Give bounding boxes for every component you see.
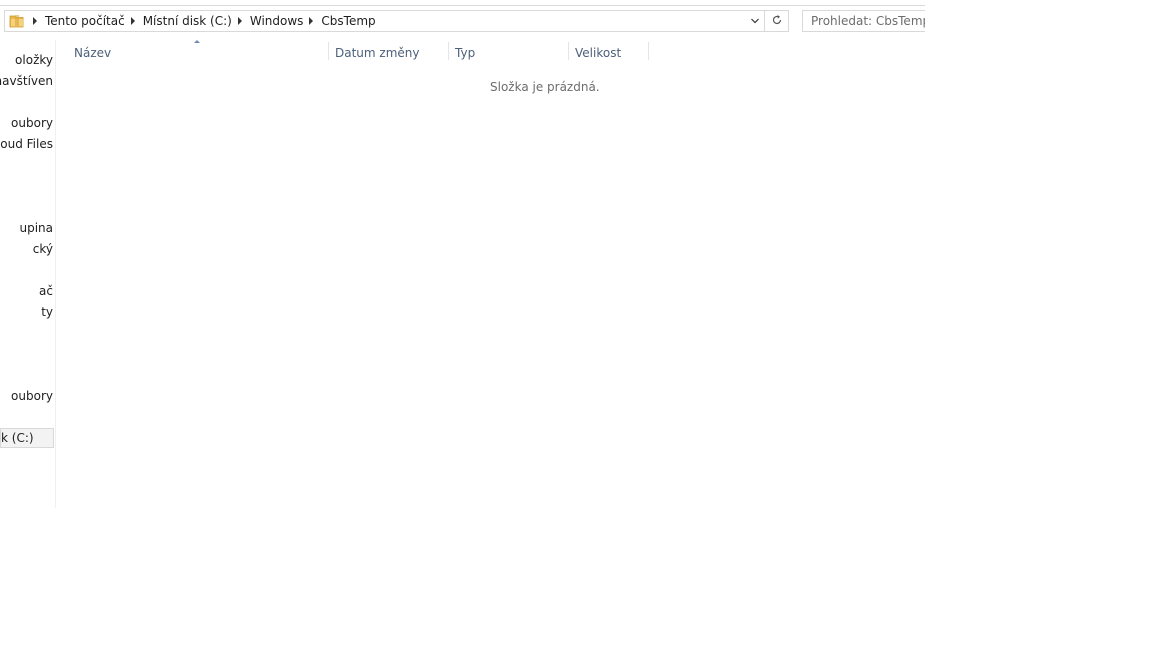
address-bar[interactable]: Tento počítač Místní disk (C:) Windows C… — [4, 10, 765, 32]
nav-item-folders[interactable]: oložky — [15, 50, 53, 70]
breadcrumb-item-this-pc[interactable]: Tento počítač — [45, 11, 125, 31]
breadcrumb-item-windows[interactable]: Windows — [250, 11, 304, 31]
breadcrumb-item-cbstemp[interactable]: CbsTemp — [321, 11, 375, 31]
title-bar-edge — [0, 0, 925, 6]
column-divider[interactable] — [648, 42, 649, 60]
nav-item-local-disk[interactable]: k (C:) — [0, 428, 54, 448]
chevron-right-icon[interactable] — [130, 17, 135, 25]
nav-item-item[interactable]: cký — [33, 239, 53, 259]
nav-item-computer[interactable]: ač — [39, 281, 53, 301]
nav-item-cloud-files[interactable]: Cloud Files — [0, 134, 53, 154]
explorer-window: Tento počítač Místní disk (C:) Windows C… — [0, 0, 925, 508]
nav-item-other[interactable]: ty — [41, 302, 53, 322]
empty-folder-message: Složka je prázdná. — [490, 80, 600, 94]
refresh-button[interactable] — [765, 10, 789, 32]
breadcrumb: Tento počítač Místní disk (C:) Windows C… — [27, 11, 376, 31]
nav-item-group[interactable]: upina — [19, 218, 53, 238]
column-header-type[interactable]: Typ — [449, 40, 569, 66]
nav-item-recent[interactable]: y navštíven — [0, 71, 53, 91]
column-headers: Název Datum změny Typ Velikost — [56, 40, 656, 66]
breadcrumb-item-local-disk[interactable]: Místní disk (C:) — [143, 11, 232, 31]
refresh-icon — [771, 14, 783, 29]
chevron-down-icon[interactable] — [748, 14, 762, 28]
column-header-name[interactable]: Název — [68, 40, 328, 66]
chevron-right-icon[interactable] — [237, 17, 242, 25]
folder-icon — [9, 13, 25, 29]
nav-item-files[interactable]: oubory — [11, 113, 53, 133]
column-header-date-modified[interactable]: Datum změny — [329, 40, 449, 66]
chevron-right-icon[interactable] — [309, 17, 314, 25]
navigation-pane: oložky y navštíven oubory Cloud Files up… — [0, 40, 56, 508]
nav-item-files-2[interactable]: oubory — [11, 386, 53, 406]
chevron-right-icon[interactable] — [33, 17, 37, 25]
search-input[interactable]: Prohledat: CbsTemp — [802, 10, 925, 32]
column-header-size[interactable]: Velikost — [569, 40, 649, 66]
